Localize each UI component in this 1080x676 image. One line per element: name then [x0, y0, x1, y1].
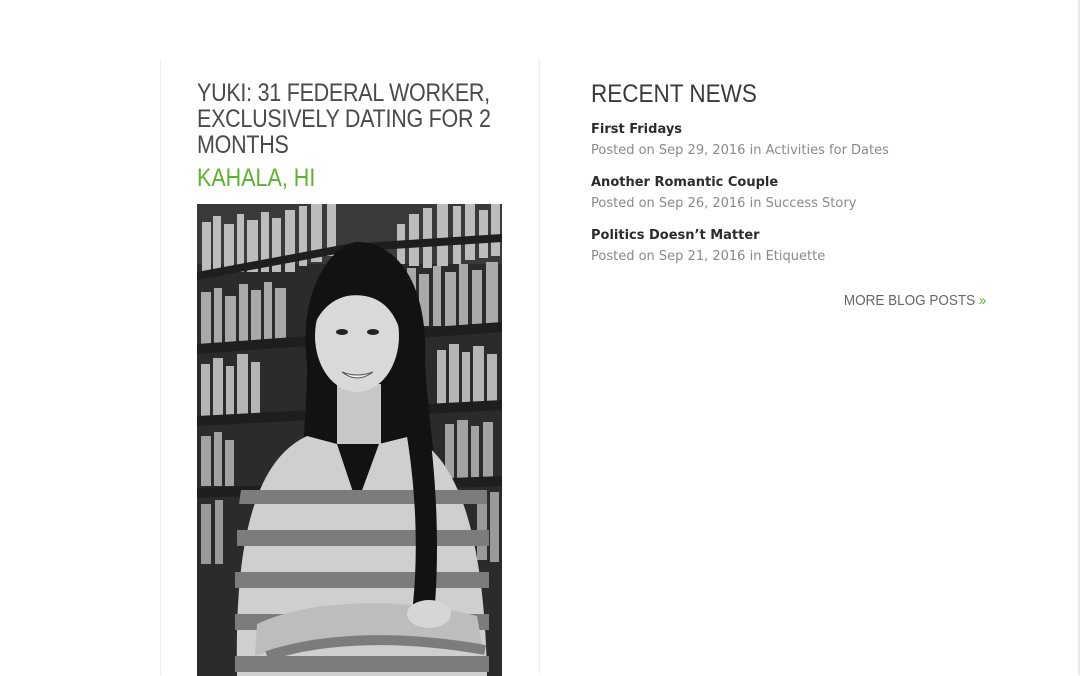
news-category-link[interactable]: Activities for Dates: [766, 143, 889, 158]
profile-photo-image: [197, 204, 502, 676]
list-item: First Fridays Posted on Sep 29, 2016 in …: [591, 120, 986, 162]
in-label: in: [749, 196, 762, 211]
news-meta: Posted on Sep 21, 2016 in Etiquette: [591, 246, 986, 268]
news-title-link[interactable]: Politics Doesn’t Matter: [591, 226, 986, 246]
news-category-link[interactable]: Success Story: [766, 196, 857, 211]
news-title-link[interactable]: First Fridays: [591, 120, 986, 140]
news-meta: Posted on Sep 26, 2016 in Success Story: [591, 193, 986, 215]
profile-photo: [197, 204, 502, 676]
recent-news-column: RECENT NEWS First Fridays Posted on Sep …: [591, 80, 986, 309]
list-item: Another Romantic Couple Posted on Sep 26…: [591, 173, 986, 215]
column-divider-left: [160, 60, 161, 675]
in-label: in: [749, 143, 762, 158]
news-date: Sep 29, 2016: [658, 143, 746, 158]
news-title-link[interactable]: Another Romantic Couple: [591, 173, 986, 193]
profile-location: KAHALA, HI: [197, 164, 316, 192]
posted-on-label: Posted on: [591, 196, 655, 211]
content-area: YUKI: 31 FEDERAL WORKER, EXCLUSIVELY DAT…: [160, 60, 986, 676]
news-date: Sep 26, 2016: [658, 196, 746, 211]
more-blog-posts-link[interactable]: MORE BLOG POSTS: [844, 292, 975, 309]
recent-news-list: First Fridays Posted on Sep 29, 2016 in …: [591, 120, 986, 268]
news-meta: Posted on Sep 29, 2016 in Activities for…: [591, 140, 986, 162]
double-chevron-right-icon: »: [978, 292, 986, 309]
list-item: Politics Doesn’t Matter Posted on Sep 21…: [591, 226, 986, 268]
news-date: Sep 21, 2016: [658, 249, 746, 264]
column-divider-middle: [539, 60, 540, 675]
posted-on-label: Posted on: [591, 249, 655, 264]
recent-news-heading: RECENT NEWS: [591, 80, 757, 108]
in-label: in: [749, 249, 762, 264]
news-category-link[interactable]: Etiquette: [766, 249, 826, 264]
profile-title: YUKI: 31 FEDERAL WORKER, EXCLUSIVELY DAT…: [197, 79, 491, 159]
profile-column: YUKI: 31 FEDERAL WORKER, EXCLUSIVELY DAT…: [197, 79, 507, 676]
more-blog-posts: MORE BLOG POSTS»: [844, 292, 986, 309]
posted-on-label: Posted on: [591, 143, 655, 158]
